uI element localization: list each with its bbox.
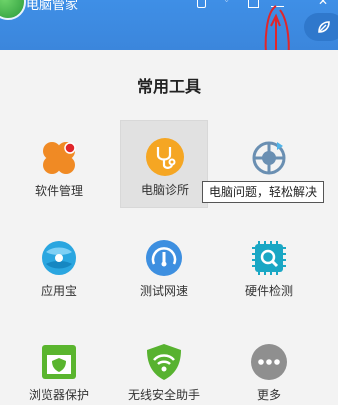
computer-problem-icon — [252, 141, 286, 175]
phone-icon[interactable] — [197, 0, 206, 8]
wifi-security-icon — [147, 344, 181, 380]
section-title: 常用工具 — [136, 77, 201, 96]
leaf-icon — [318, 21, 330, 33]
menu-icon[interactable] — [271, 0, 284, 7]
software-manage-icon — [43, 142, 76, 174]
tool-label: 更多 — [256, 388, 281, 402]
title-bar: 电脑管家 ♡ ✕ — [0, 0, 338, 50]
tool-label: 测试网速 — [139, 284, 188, 298]
stethoscope-icon — [146, 138, 184, 176]
tool-browser-protect[interactable]: 浏览器保护 — [15, 326, 103, 405]
hardware-check-icon — [252, 241, 286, 275]
close-icon[interactable]: ✕ — [318, 0, 328, 8]
tooltip: 电脑问题，轻松解决 — [202, 181, 325, 203]
heart-icon[interactable]: ♡ — [222, 0, 234, 8]
tool-label: 电脑诊所 — [140, 183, 189, 197]
tool-speed-test[interactable]: 测试网速 — [120, 222, 208, 310]
tool-label: 浏览器保护 — [28, 388, 89, 402]
app-store-icon — [42, 241, 76, 275]
more-icon — [251, 344, 287, 380]
tool-app-store[interactable]: 应用宝 — [15, 222, 103, 310]
tool-label: 软件管理 — [34, 184, 83, 198]
window-icon[interactable] — [248, 0, 259, 8]
tool-software-manage[interactable]: 软件管理 — [15, 122, 103, 210]
window-title: 电脑管家 — [26, 0, 79, 13]
app-logo-icon — [0, 0, 26, 20]
tool-wifi-security[interactable]: 无线安全助手 — [120, 326, 208, 405]
tool-more[interactable]: 更多 — [225, 326, 313, 405]
speed-test-icon — [146, 240, 182, 276]
tool-label: 无线安全助手 — [127, 388, 200, 402]
tool-pc-clinic[interactable]: 电脑诊所 — [120, 120, 208, 208]
skin-button[interactable] — [304, 13, 338, 41]
tool-label: 硬件检测 — [244, 284, 293, 298]
browser-protect-icon — [42, 345, 76, 379]
tool-hardware-check[interactable]: 硬件检测 — [225, 222, 313, 310]
tool-label: 应用宝 — [40, 284, 77, 298]
